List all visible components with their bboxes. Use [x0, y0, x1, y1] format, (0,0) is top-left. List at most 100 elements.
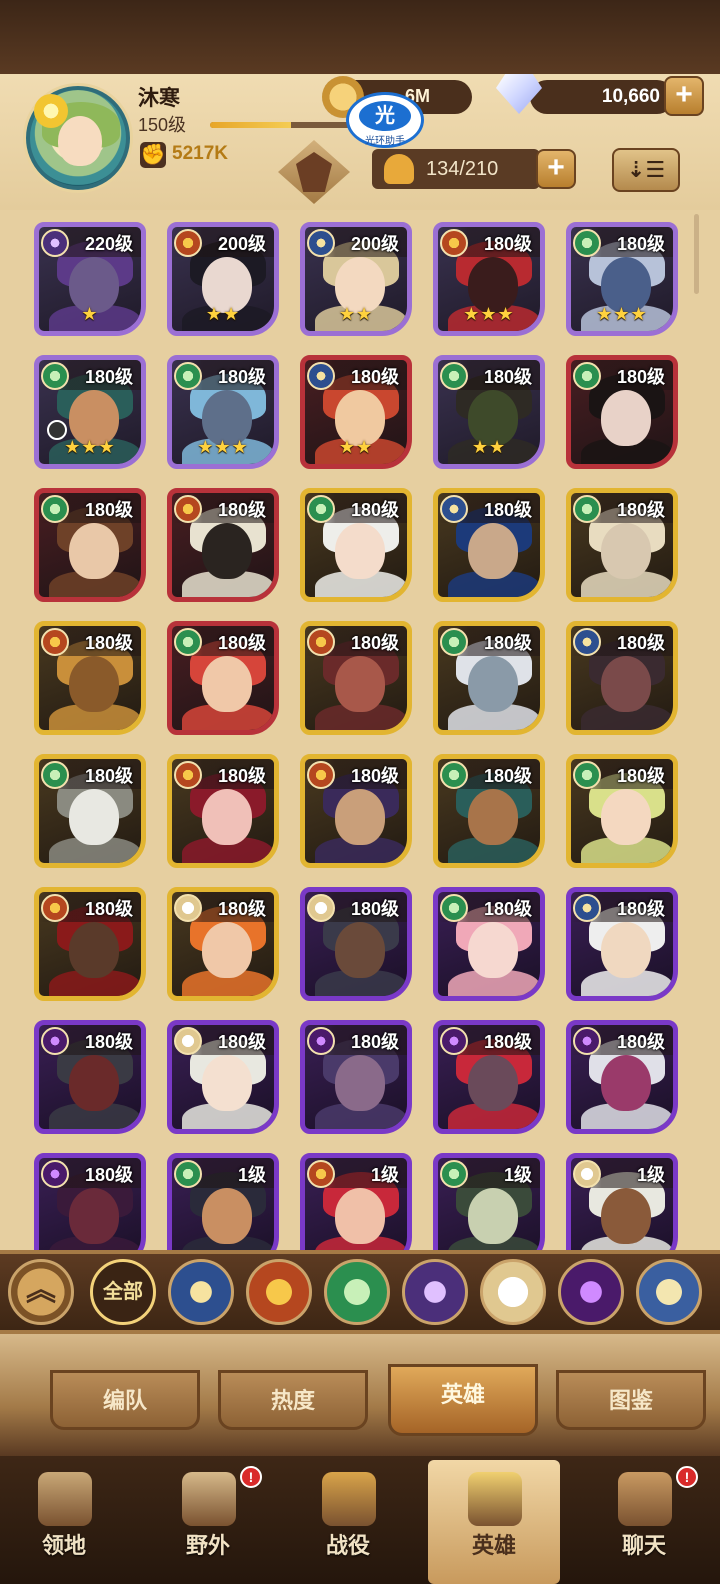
hero-level: 180级	[84, 500, 133, 520]
guanghuan-assistant-badge[interactable]: 光 光环助手	[346, 92, 424, 148]
filter-wilder-icon[interactable]	[324, 1259, 390, 1325]
hero-level: 180级	[84, 766, 133, 786]
nav-item-2[interactable]: 战役	[288, 1460, 408, 1584]
subtab-0[interactable]: 编队	[50, 1370, 200, 1430]
grid-scrollbar[interactable]	[694, 214, 699, 294]
expand-slots-button[interactable]: +	[536, 149, 576, 189]
filter-graveborn-icon[interactable]	[402, 1259, 468, 1325]
hero-card[interactable]: 1级	[167, 1153, 279, 1250]
hero-grid: 220级 ★ 200级 ★★ 200级 ★★ 180级 ★★★ 180级 ★★★ 180级 ★★★ 18…	[0, 210, 720, 1250]
nav-label: 野外	[185, 1533, 230, 1558]
nav-label: 战役	[325, 1533, 370, 1558]
hero-card[interactable]: 1级	[566, 1153, 678, 1250]
filter-lightbearer-icon[interactable]	[168, 1259, 234, 1325]
hero-face	[601, 1188, 651, 1244]
hero-face	[335, 922, 385, 978]
xp-bar-fill	[210, 122, 292, 128]
gem-value: 10,660	[601, 86, 660, 107]
hero-card[interactable]: 180级 ★★	[300, 355, 412, 469]
nav-item-3[interactable]: 英雄	[428, 1460, 560, 1584]
notification-badge: !	[676, 1466, 698, 1488]
wilder-faction-icon	[440, 894, 468, 922]
nav-item-1[interactable]: 野外!	[148, 1460, 268, 1584]
hero-card[interactable]: 180级	[300, 1020, 412, 1134]
celestial-faction-icon	[174, 894, 202, 922]
hero-card[interactable]: 180级	[566, 754, 678, 868]
nav-item-0[interactable]: 领地	[4, 1460, 124, 1584]
filter-hypogean-icon[interactable]	[558, 1259, 624, 1325]
sort-button[interactable]: ⇣☰	[612, 148, 680, 192]
hero-card[interactable]: 180级	[300, 887, 412, 1001]
hero-level: 180级	[483, 633, 532, 653]
hero-card[interactable]: 220级 ★	[34, 222, 146, 336]
subtab-1[interactable]: 热度	[218, 1370, 368, 1430]
subtab-2[interactable]: 英雄	[388, 1364, 538, 1436]
hero-card[interactable]: 180级 ★★★	[34, 355, 146, 469]
subtab-3[interactable]: 图鉴	[556, 1370, 706, 1430]
hero-card[interactable]: 180级	[300, 488, 412, 602]
hero-card[interactable]: 180级 ★★	[433, 355, 545, 469]
hero-card[interactable]: 180级	[167, 887, 279, 1001]
hero-card[interactable]: 180级	[433, 1020, 545, 1134]
wilder-faction-icon	[440, 761, 468, 789]
hero-face	[202, 1055, 252, 1111]
filter-celestial-icon[interactable]	[480, 1259, 546, 1325]
wilder-faction-icon	[573, 362, 601, 390]
celestial-faction-icon	[174, 1027, 202, 1055]
nav-item-4[interactable]: 聊天!	[584, 1460, 704, 1584]
nav-label: 英雄	[471, 1533, 516, 1558]
hero-card[interactable]: 180级	[566, 621, 678, 735]
hero-card[interactable]: 180级 ★★★	[566, 222, 678, 336]
hero-card[interactable]: 180级	[300, 621, 412, 735]
buy-gems-button[interactable]: +	[664, 76, 704, 116]
hero-card[interactable]: 180级	[566, 355, 678, 469]
hero-level: 180级	[483, 500, 532, 520]
wilder-faction-icon	[440, 1160, 468, 1188]
hero-card[interactable]: 180级	[566, 1020, 678, 1134]
lightbearer-faction-icon	[573, 628, 601, 656]
hero-card[interactable]: 180级	[34, 621, 146, 735]
hero-card[interactable]: 180级	[566, 488, 678, 602]
hypogean-faction-icon	[41, 1160, 69, 1188]
hero-level: 1级	[370, 1165, 399, 1185]
hero-card[interactable]: 180级	[433, 887, 545, 1001]
hero-card[interactable]: 1级	[433, 1153, 545, 1250]
hero-stars: ★★	[338, 437, 374, 457]
hero-card[interactable]: 180级	[34, 1020, 146, 1134]
top-band	[0, 0, 720, 74]
hero-card[interactable]: 180级	[34, 488, 146, 602]
hero-face	[335, 1055, 385, 1111]
hero-card[interactable]: 180级	[167, 1020, 279, 1134]
filter-all-button[interactable]: 全部	[90, 1259, 156, 1325]
hero-card[interactable]: 180级	[433, 754, 545, 868]
hero-level: 180级	[483, 899, 532, 919]
player-avatar[interactable]	[26, 86, 130, 190]
hero-card[interactable]: 180级	[167, 754, 279, 868]
sword-shield-icon	[322, 1472, 376, 1526]
double-chevron-up-icon[interactable]: ︽	[8, 1259, 74, 1325]
hero-card[interactable]: 180级	[34, 1153, 146, 1250]
hero-card[interactable]: 180级	[433, 621, 545, 735]
hero-card[interactable]: 180级	[300, 754, 412, 868]
hero-card[interactable]: 180级	[566, 887, 678, 1001]
flower-icon	[34, 94, 68, 128]
hero-card[interactable]: 200级 ★★	[300, 222, 412, 336]
hero-card[interactable]: 200级 ★★	[167, 222, 279, 336]
hero-level: 180级	[483, 234, 532, 254]
hero-card[interactable]: 180级	[34, 887, 146, 1001]
filter-mauler-icon[interactable]	[246, 1259, 312, 1325]
hypogean-faction-icon	[440, 1027, 468, 1055]
xp-bar	[210, 122, 350, 128]
hero-card[interactable]: 180级	[167, 621, 279, 735]
hero-card[interactable]: 180级	[433, 488, 545, 602]
guanghuan-logo-char: 光	[359, 101, 411, 131]
filter-dimensional-icon[interactable]	[636, 1259, 702, 1325]
hero-card[interactable]: 180级	[34, 754, 146, 868]
hero-card[interactable]: 180级 ★★★	[433, 222, 545, 336]
hero-face	[601, 656, 651, 712]
hero-face	[468, 1055, 518, 1111]
hero-card[interactable]: 180级 ★★★	[167, 355, 279, 469]
hero-card[interactable]: 180级	[167, 488, 279, 602]
hero-card[interactable]: 1级	[300, 1153, 412, 1250]
hero-face	[335, 789, 385, 845]
